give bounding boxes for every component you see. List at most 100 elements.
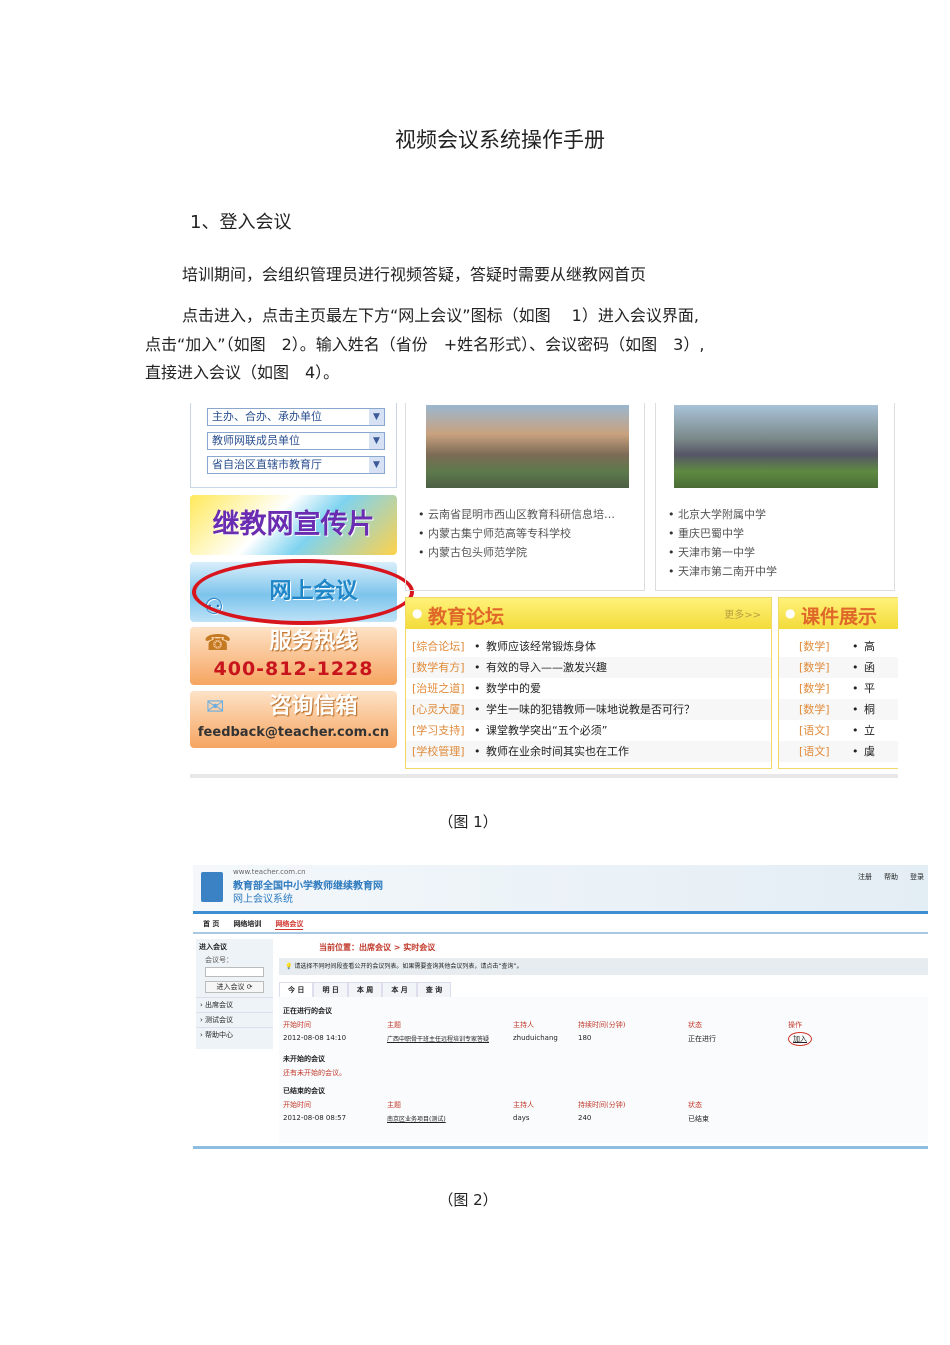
promo-video-button[interactable]: 继教网宣传片 xyxy=(190,495,397,555)
course-row[interactable]: [语文] 立 • xyxy=(779,720,898,741)
forum-row[interactable]: [学校管理] 教师在业余时间其实也在工作 • xyxy=(406,741,771,762)
post-title[interactable]: 有效的导入——激发兴趣 xyxy=(486,657,607,678)
chevron-down-icon: ▼ xyxy=(369,409,384,425)
help-link[interactable]: 帮助 xyxy=(884,872,898,882)
course-row[interactable]: [语文] 虞 • xyxy=(779,741,898,762)
unit-dropdown[interactable]: 主办、合办、承办单位 ▼ xyxy=(207,408,385,426)
category-label[interactable]: [数学] xyxy=(799,699,830,720)
bullet-icon: • xyxy=(474,682,481,695)
cell-4: 正在进行 xyxy=(688,1035,716,1043)
forum-row[interactable]: [治班之道] 数学中的爱 • xyxy=(406,678,771,699)
tab-1[interactable]: 明 日 xyxy=(313,982,348,998)
bullet-icon: • xyxy=(852,640,859,653)
post-title[interactable]: 课堂教学突出“五个必须” xyxy=(486,720,607,741)
category-label[interactable]: [治班之道] xyxy=(412,678,465,699)
sidebar-item-attend[interactable]: › 出席会议 xyxy=(196,997,273,1012)
school-link[interactable]: 天津市第二南开中学 xyxy=(668,563,777,579)
member-dropdown[interactable]: 教师网联成员单位 ▼ xyxy=(207,432,385,450)
school-link[interactable]: 重庆巴蜀中学 xyxy=(668,525,744,541)
post-title[interactable]: 函 xyxy=(864,657,875,678)
tab-2[interactable]: 本 周 xyxy=(347,982,383,998)
paragraph-line: 培训期间，会组织管理员进行视频答疑，答疑时需要从继教网首页 xyxy=(182,265,647,284)
meeting-number-input[interactable] xyxy=(205,967,264,977)
login-link[interactable]: 登录 xyxy=(910,872,924,882)
post-title[interactable]: 学生一味的犯错教师一味地说教是否可行？ xyxy=(486,699,695,720)
highlight-circle xyxy=(192,559,414,625)
nav-home[interactable]: 首 页 xyxy=(203,919,219,930)
category-label[interactable]: [数学] xyxy=(799,678,830,699)
bullet-icon: • xyxy=(474,703,481,716)
post-title[interactable]: 数学中的爱 xyxy=(486,678,541,699)
course-row[interactable]: [数学] 平 • xyxy=(779,678,898,699)
col-header-1: 主题 xyxy=(387,1021,401,1029)
forum-more-link[interactable]: 更多>> xyxy=(724,606,761,621)
mailbox-panel: ✉ 咨询信箱 feedback@teacher.com.cn xyxy=(190,691,397,748)
sidebar: 进入会议 会议号： 进入会议 ⟳ › 出席会议 › 测试会议 › 帮助中心 xyxy=(196,939,273,1049)
cell-3: 240 xyxy=(578,1114,592,1122)
mailbox-email[interactable]: feedback@teacher.com.cn xyxy=(190,723,397,743)
post-title[interactable]: 桐 xyxy=(864,699,875,720)
col-header-2: 主持人 xyxy=(513,1101,534,1109)
course-row[interactable]: [数学] 高 • xyxy=(779,636,898,657)
sidebar-item-label: 帮助中心 xyxy=(205,1031,234,1039)
tab-3[interactable]: 本 月 xyxy=(382,982,417,998)
forum-row[interactable]: [数学有方] 有效的导入——激发兴趣 • xyxy=(406,657,771,678)
post-title[interactable]: 教师应该经常锻炼身体 xyxy=(486,636,596,657)
forum-row[interactable]: [心灵大厦] 学生一味的犯错教师一味地说教是否可行？ • xyxy=(406,699,771,720)
upcoming-empty: 还有未开始的会议。 xyxy=(283,1069,346,1077)
tip-text: 请选择不同时间段查看公开的会议列表。如果需要查询其他会议列表，请点击“查询”。 xyxy=(294,963,523,970)
post-title[interactable]: 教师在业余时间其实也在工作 xyxy=(486,741,629,762)
col-header-0: 开始时间 xyxy=(283,1021,311,1029)
sidebar-item-test[interactable]: › 测试会议 xyxy=(196,1012,273,1027)
bullet-icon: • xyxy=(852,724,859,737)
post-title[interactable]: 立 xyxy=(864,720,875,741)
unit-panel: 主办、合办、承办单位 ▼ 教师网联成员单位 ▼ 省自治区直辖市教育厅 ▼ xyxy=(190,403,397,488)
school-link[interactable]: 内蒙古包头师范学院 xyxy=(418,544,527,560)
school-card-2: 北京大学附属中学重庆巴蜀中学天津市第一中学天津市第二南开中学 xyxy=(655,403,895,591)
category-label[interactable]: [学习支持] xyxy=(412,720,465,741)
forum-row[interactable]: [学习支持] 课堂教学突出“五个必须” • xyxy=(406,720,771,741)
main-nav: 首 页 网络培训 网络会议 xyxy=(203,919,304,930)
category-label[interactable]: [心灵大厦] xyxy=(412,699,465,720)
school-photo[interactable] xyxy=(426,405,629,488)
school-link[interactable]: 云南省昆明市西山区教育科研信息培… xyxy=(418,506,615,522)
sidebar-item-help[interactable]: › 帮助中心 xyxy=(196,1027,273,1042)
category-label[interactable]: [数学] xyxy=(799,657,830,678)
cell-4: 已结束 xyxy=(688,1115,709,1123)
school-link[interactable]: 北京大学附属中学 xyxy=(668,506,766,522)
post-title[interactable]: 平 xyxy=(864,678,875,699)
cell-5[interactable]: 加入 xyxy=(788,1032,812,1046)
cell-1[interactable]: 广西中职骨干班主任远程培训专家答疑 xyxy=(387,1034,507,1043)
nav-training[interactable]: 网络培训 xyxy=(233,919,261,930)
forum-panel: ● 教育论坛 更多>> [综合论坛] 教师应该经常锻炼身体 • [数学有方] 有效的导入… xyxy=(405,597,772,769)
category-label[interactable]: [数学有方] xyxy=(412,657,465,678)
tab-0[interactable]: 今 日 xyxy=(279,982,314,998)
school-link[interactable]: 内蒙古集宁师范高等专科学校 xyxy=(418,525,571,541)
school-card-1: 云南省昆明市西山区教育科研信息培… 内蒙古集宁师范高等专科学校内蒙古包头师范学院 xyxy=(405,403,645,591)
category-label[interactable]: [综合论坛] xyxy=(412,636,465,657)
school-photo[interactable] xyxy=(674,405,878,488)
post-title[interactable]: 高 xyxy=(864,636,875,657)
category-label[interactable]: [语文] xyxy=(799,720,830,741)
province-dropdown[interactable]: 省自治区直辖市教育厅 ▼ xyxy=(207,456,385,474)
forum-row[interactable]: [综合论坛] 教师应该经常锻炼身体 • xyxy=(406,636,771,657)
course-row[interactable]: [数学] 函 • xyxy=(779,657,898,678)
phone-icon: ☎ xyxy=(204,631,232,656)
post-title[interactable]: 虞 xyxy=(864,741,875,762)
course-row[interactable]: [数学] 桐 • xyxy=(779,699,898,720)
figure-2-screenshot: www.teacher.com.cn 教育部全国中小学教师继续教育网 网上会议系… xyxy=(193,865,928,1152)
cell-1[interactable]: 南京区业务项目(测试) xyxy=(387,1114,507,1123)
upcoming-title: 未开始的会议 xyxy=(283,1055,325,1063)
enter-meeting-button[interactable]: 进入会议 ⟳ xyxy=(205,981,264,993)
tab-4[interactable]: 查 询 xyxy=(416,982,452,998)
site-logo xyxy=(201,872,223,902)
register-link[interactable]: 注册 xyxy=(858,872,872,882)
bullet-icon: ● xyxy=(785,606,796,620)
nav-meeting[interactable]: 网络会议 xyxy=(275,919,304,930)
category-label[interactable]: [数学] xyxy=(799,636,830,657)
school-link[interactable]: 天津市第一中学 xyxy=(668,544,755,560)
col-header-2: 主持人 xyxy=(513,1021,534,1029)
category-label[interactable]: [语文] xyxy=(799,741,830,762)
category-label[interactable]: [学校管理] xyxy=(412,741,465,762)
footer-line xyxy=(193,1146,928,1149)
